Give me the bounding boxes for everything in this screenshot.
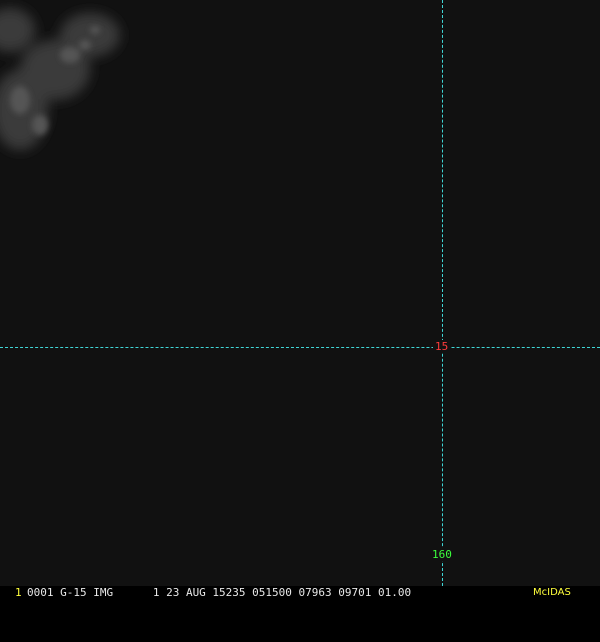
mcidas-logo: McIDAS (533, 587, 571, 598)
longitude-label: 160 (430, 548, 454, 561)
frame-number: 1 (15, 586, 22, 599)
cloud-feature (0, 8, 120, 150)
latitude-label: 15 (433, 340, 451, 353)
satellite-image-view[interactable]: 15 160 (0, 0, 600, 586)
longitude-grid-line (442, 0, 443, 586)
latitude-grid-line (0, 347, 600, 348)
status-bar: 1 0001 G-15 IMG 1 23 AUG 15235 051500 07… (0, 586, 600, 600)
image-info-text: 0001 G-15 IMG 1 23 AUG 15235 051500 0796… (27, 586, 412, 599)
